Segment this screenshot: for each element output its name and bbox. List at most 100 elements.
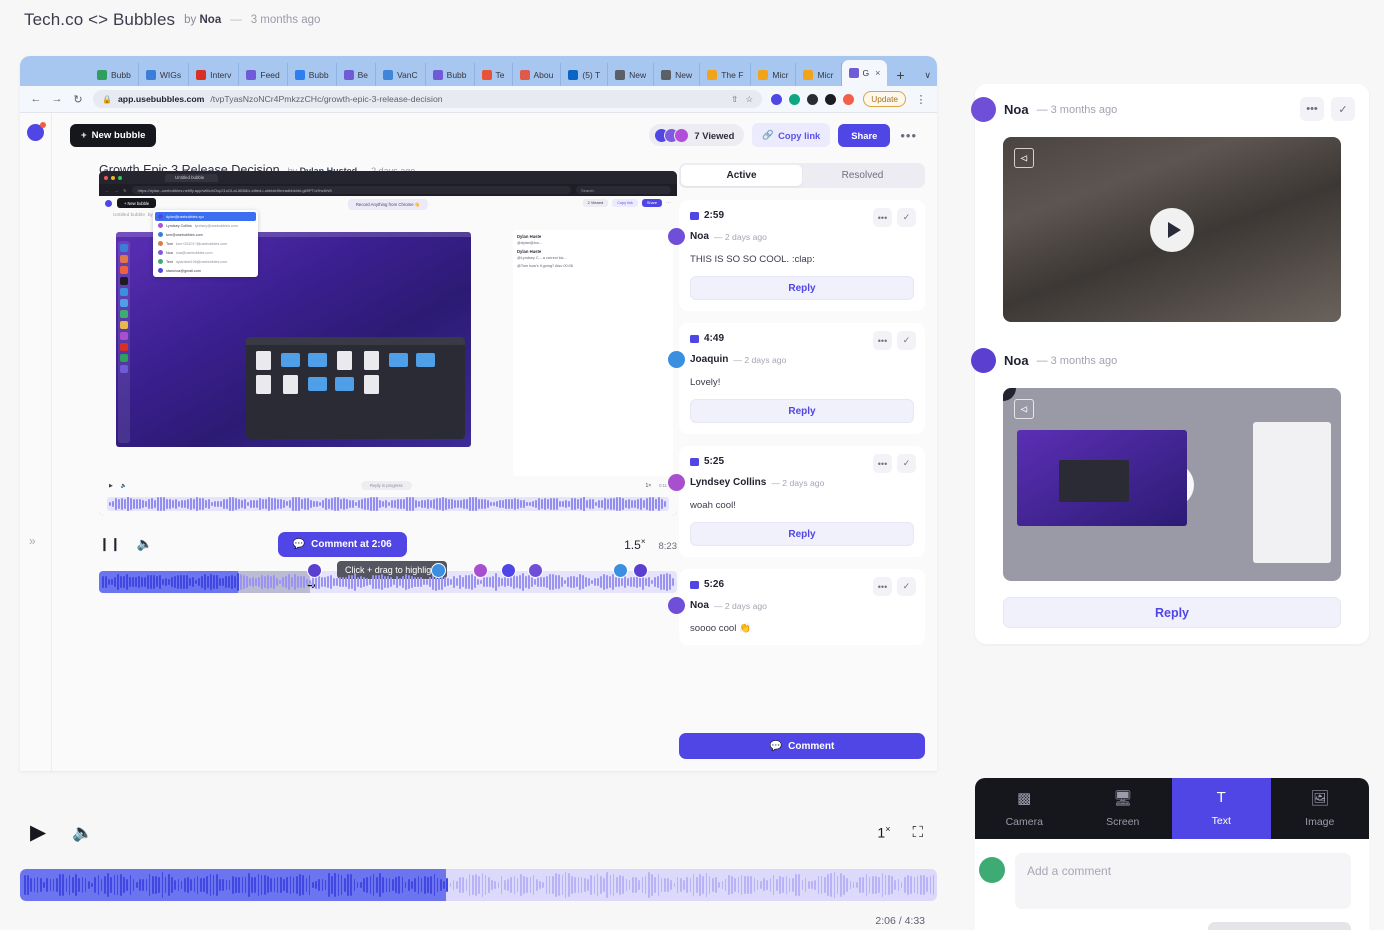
timeline-comment-marker[interactable]	[527, 563, 543, 578]
comment-reply-button[interactable]: Reply	[690, 522, 914, 546]
browser-tab[interactable]: VanC	[376, 63, 426, 86]
timeline-comment-marker[interactable]	[307, 563, 323, 578]
video-canvas[interactable]: Untitled bubble ← → ↻ https://dylan--usebu…	[99, 171, 677, 516]
comment-reply-button[interactable]: Reply	[690, 399, 914, 423]
sidebar-expand-icon[interactable]: »	[29, 534, 36, 548]
update-button[interactable]: Update	[863, 91, 906, 107]
composer-tab-camera[interactable]: ▩ Camera	[975, 778, 1074, 839]
comment-at-button[interactable]: 💬 Comment at 2:06	[277, 531, 407, 557]
comment-input[interactable]: Add a comment	[1015, 853, 1351, 909]
square-ext-icon[interactable]	[825, 93, 837, 105]
puzzle-ext-icon[interactable]	[807, 93, 819, 105]
browser-tab[interactable]: WIGs	[139, 63, 190, 86]
mention-option[interactable]: starunoa@gmail.com	[155, 266, 256, 275]
comments-tab-resolved[interactable]: Resolved	[802, 165, 923, 186]
comment-resolve-icon[interactable]: ✓	[897, 331, 916, 350]
bubbles-ext-icon[interactable]	[771, 93, 783, 105]
face-ext-icon[interactable]	[843, 93, 855, 105]
share-icon[interactable]: ⇧	[731, 94, 738, 105]
comment-resolve-icon[interactable]: ✓	[897, 208, 916, 227]
inner-file-grid	[246, 345, 465, 400]
bookmark-star-icon[interactable]: ☆	[745, 94, 753, 105]
comments-tab-active[interactable]: Active	[681, 165, 802, 186]
browser-tab-label: New	[675, 69, 693, 80]
browser-tab[interactable]: Micr	[751, 63, 797, 86]
browser-tab[interactable]: Bе	[337, 63, 377, 86]
grammarly-ext-icon[interactable]	[789, 93, 801, 105]
outer-waveform-timeline[interactable]	[20, 869, 937, 901]
timeline-comment-marker[interactable]	[633, 563, 649, 578]
mute-button[interactable]: 🔈	[137, 536, 153, 552]
browser-tab[interactable]: Abou	[513, 63, 562, 86]
browser-tab[interactable]: Micr	[796, 63, 842, 86]
video-thumbnail-camera[interactable]: ⏿	[1003, 137, 1341, 322]
browser-tab[interactable]: New	[608, 63, 655, 86]
mention-name: Lyndsey Collins	[166, 223, 192, 228]
thread-reply-button[interactable]: Reply	[1003, 597, 1341, 628]
tab-close-icon[interactable]: ×	[875, 68, 880, 78]
browser-tab[interactable]: The F	[700, 63, 752, 86]
browser-tab[interactable]: Bubb	[90, 63, 139, 86]
outer-play-button[interactable]: ▶	[30, 820, 46, 845]
timeline-comment-marker[interactable]	[500, 563, 516, 578]
play-overlay-button[interactable]	[1150, 207, 1194, 252]
browser-tab-label: The F	[721, 69, 744, 80]
mention-option[interactable]: Lyndsey Collins lyndsey@usebubbles.com	[155, 221, 256, 230]
composer-tab-label: Screen	[1106, 816, 1140, 828]
viewed-count-badge[interactable]: 7 Viewed	[649, 124, 745, 146]
comment-button[interactable]: 💬 Comment	[679, 733, 925, 759]
outer-speed-button[interactable]: 1×	[877, 824, 890, 841]
pause-button[interactable]: ❙❙	[99, 536, 121, 552]
file-item	[279, 375, 301, 394]
forward-icon[interactable]: →	[51, 93, 63, 105]
new-bubble-button[interactable]: + New bubble	[70, 123, 157, 147]
timeline-comment-marker[interactable]	[612, 563, 628, 578]
browser-tab[interactable]: (5) T	[561, 63, 609, 86]
tab-favicon-icon	[519, 69, 530, 80]
back-icon[interactable]: ←	[30, 93, 42, 105]
comment-menu-icon[interactable]: •••	[873, 454, 892, 473]
composer-tab-text[interactable]: T Text	[1172, 778, 1271, 839]
inner-finder-window	[246, 337, 465, 439]
bubbles-logo-icon[interactable]	[27, 122, 46, 141]
browser-tab[interactable]: Bubb	[288, 63, 337, 86]
playback-speed-button[interactable]: 1.5×	[624, 537, 645, 552]
share-button[interactable]: Share	[838, 123, 891, 147]
comment-reply-button[interactable]: Reply	[690, 276, 914, 300]
thread-resolve-icon[interactable]: ✓	[1331, 97, 1355, 121]
browser-tab[interactable]: Interv	[189, 63, 240, 86]
address-bar[interactable]: 🔒 app.usebubbles.com/tvpTyasNzoNCr4Pmkzz…	[93, 90, 763, 108]
new-tab-button[interactable]: +	[887, 67, 913, 86]
browser-tab[interactable]: Feed	[239, 63, 288, 86]
mention-option[interactable]: Test dylantest106@usebubbles.com	[155, 257, 256, 266]
mention-option[interactable]: dylan@usebubbles.xyz	[155, 212, 256, 221]
video-thumbnail-screen[interactable]: × ⏿	[1003, 388, 1341, 581]
mention-option[interactable]: Tom tom+25101?@usebubbles.com	[155, 239, 256, 248]
post-button[interactable]: ➤ Post	[1208, 922, 1351, 930]
more-options-icon[interactable]: •••	[898, 128, 919, 143]
comment-menu-icon[interactable]: •••	[873, 577, 892, 596]
mention-option[interactable]: Noa noa@usebubbles.com	[155, 248, 256, 257]
tab-favicon-icon	[196, 69, 207, 80]
tab-list-caret-icon[interactable]: ∨	[924, 70, 931, 86]
comment-menu-icon[interactable]: •••	[873, 331, 892, 350]
comment-menu-icon[interactable]: •••	[873, 208, 892, 227]
file-item	[333, 351, 355, 370]
outer-mute-button[interactable]: 🔈	[72, 823, 93, 843]
composer-tab-screen[interactable]: 🖥 Screen	[1074, 778, 1173, 839]
fullscreen-icon[interactable]: ⛶	[912, 824, 923, 841]
timeline-comment-marker[interactable]	[472, 563, 488, 578]
comment-resolve-icon[interactable]: ✓	[897, 577, 916, 596]
browser-tab-label: Bе	[357, 69, 369, 80]
browser-tab[interactable]: Te	[475, 63, 513, 86]
composer-tab-image[interactable]: 🖼 Image	[1271, 778, 1370, 839]
browser-tab-active[interactable]: G ×	[841, 60, 888, 86]
copy-link-button[interactable]: 🔗 Copy link	[752, 123, 831, 147]
browser-menu-icon[interactable]: ⋮	[915, 93, 927, 106]
reload-icon[interactable]: ↻	[72, 93, 84, 106]
thread-menu-icon[interactable]: •••	[1300, 97, 1324, 121]
browser-tab[interactable]: Bubb	[426, 63, 475, 86]
mention-option[interactable]: tom@usebubbles.com	[155, 230, 256, 239]
browser-tab[interactable]: New	[654, 63, 701, 86]
comment-resolve-icon[interactable]: ✓	[897, 454, 916, 473]
